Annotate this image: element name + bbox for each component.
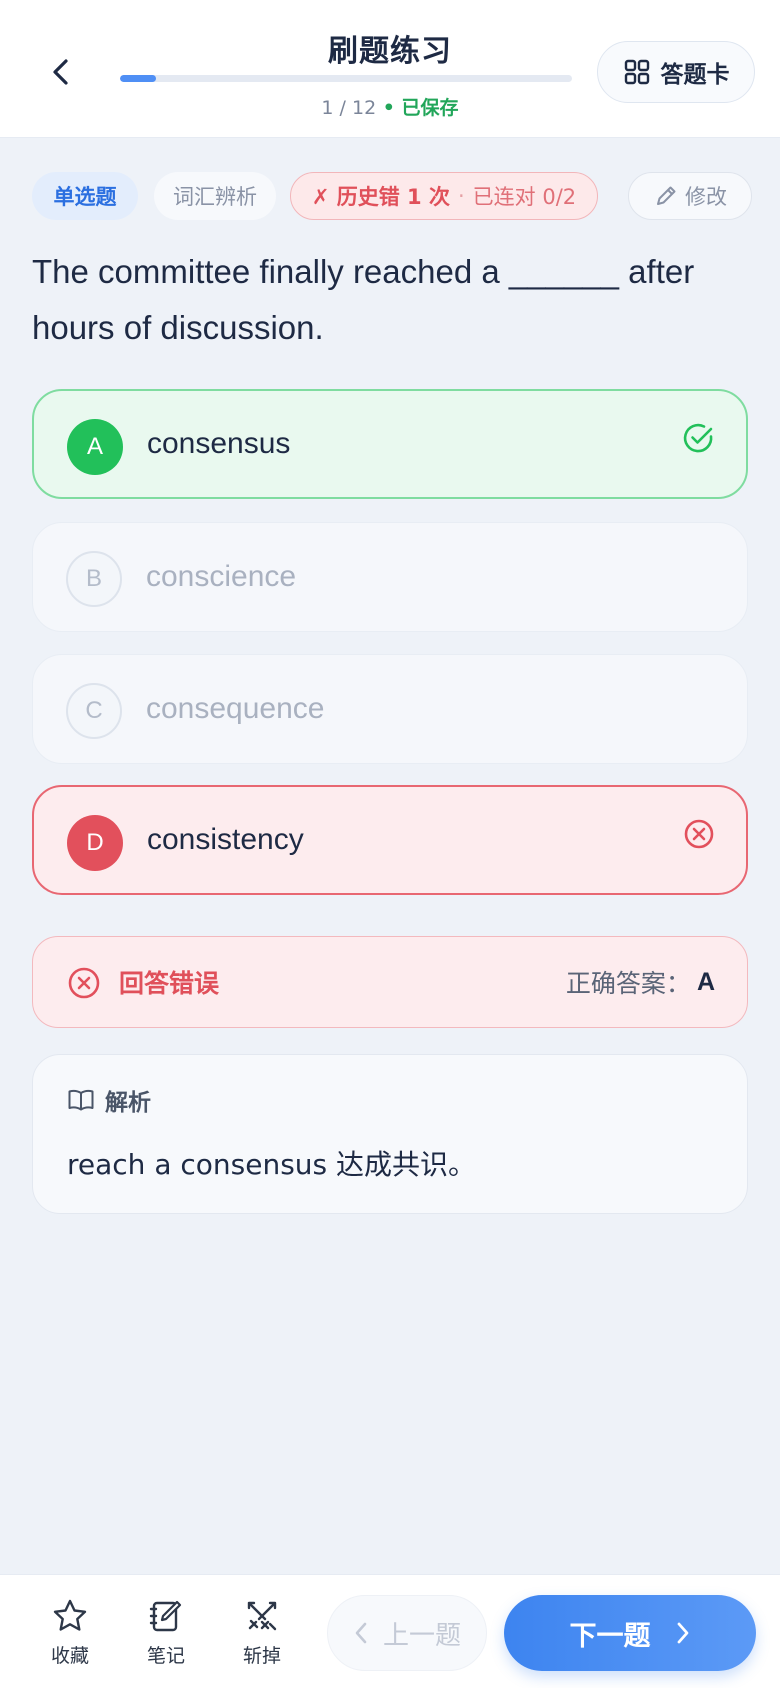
progress-separator: / <box>333 97 352 119</box>
correct-answer: 正确答案： A <box>566 937 715 1027</box>
question-type-tag: 单选题 <box>32 172 138 220</box>
question-text: The committee finally reached a ______ a… <box>32 253 695 346</box>
progress-bar <box>120 75 572 82</box>
history-streak: 已连对 0/2 <box>472 185 577 209</box>
chevron-right-icon <box>677 1622 688 1644</box>
next-question-button[interactable]: 下一题 <box>504 1595 756 1671</box>
book-icon <box>68 1089 94 1111</box>
favorite-label: 收藏 <box>50 1645 89 1667</box>
answer-card-label: 答题卡 <box>660 62 730 88</box>
top-bar: 刷题练习 1 / 12 • 已保存 答题卡 <box>0 0 780 138</box>
answer-card-button[interactable]: 答题卡 <box>597 41 755 103</box>
option-text: conscience <box>146 560 297 593</box>
option-text: consequence <box>146 692 325 725</box>
favorite-button[interactable]: 收藏 <box>30 1597 110 1677</box>
chevron-left-icon <box>355 1622 367 1644</box>
next-label: 下一题 <box>569 1620 651 1652</box>
note-label: 笔记 <box>146 1645 185 1667</box>
option-letter: B <box>66 551 122 607</box>
check-circle-icon <box>683 423 713 453</box>
analysis-card: 解析 reach a consensus 达成共识。 <box>32 1054 748 1214</box>
remove-button[interactable]: 斩掉 <box>222 1597 302 1677</box>
history-wrong-count: ✗ 历史错 1 次 <box>311 185 450 209</box>
option-text: consensus <box>147 427 291 460</box>
notebook-icon <box>149 1600 182 1632</box>
analysis-body: reach a consensus 达成共识。 <box>67 1148 477 1181</box>
x-circle-icon <box>68 967 100 999</box>
option-letter: A <box>67 419 123 475</box>
history-badge: ✗ 历史错 1 次 · 已连对 0/2 <box>290 172 598 220</box>
correct-answer-label: 正确答案： <box>565 969 691 998</box>
pencil-icon <box>657 186 676 205</box>
progress-total: 12 <box>352 97 377 119</box>
grid-icon <box>624 59 649 85</box>
correct-answer-value: A <box>696 967 715 996</box>
analysis-header: 解析 <box>67 1083 151 1117</box>
question-tags: 单选题 词汇辨析 ✗ 历史错 1 次 · 已连对 0/2 修改 <box>32 172 752 220</box>
option-letter: C <box>66 683 122 739</box>
saved-status: • 已保存 <box>376 97 459 119</box>
analysis-title: 解析 <box>105 1090 151 1116</box>
option-c[interactable]: C consequence <box>32 654 748 764</box>
option-letter: D <box>67 815 123 871</box>
history-separator: · <box>457 184 465 208</box>
category-tag: 词汇辨析 <box>154 172 276 220</box>
crossed-swords-icon <box>247 1601 277 1631</box>
option-b[interactable]: B conscience <box>32 522 748 632</box>
previous-question-button[interactable]: 上一题 <box>327 1595 487 1671</box>
option-text: consistency <box>147 823 304 856</box>
x-circle-icon <box>684 819 714 849</box>
note-button[interactable]: 笔记 <box>126 1597 206 1677</box>
result-label: 回答错误 <box>119 969 220 998</box>
answer-result: 回答错误 正确答案： A <box>32 936 748 1028</box>
option-d[interactable]: D consistency <box>32 785 748 895</box>
previous-label: 上一题 <box>382 1620 461 1651</box>
option-a[interactable]: A consensus <box>32 389 748 499</box>
bottom-toolbar: 收藏 笔记 斩掉 上一题 下一题 <box>0 1574 780 1688</box>
remove-label: 斩掉 <box>242 1645 281 1667</box>
progress-current: 1 <box>321 97 334 119</box>
star-icon <box>53 1599 87 1631</box>
edit-label: 修改 <box>685 185 727 209</box>
progress-fill <box>120 75 157 82</box>
edit-button[interactable]: 修改 <box>628 172 752 220</box>
